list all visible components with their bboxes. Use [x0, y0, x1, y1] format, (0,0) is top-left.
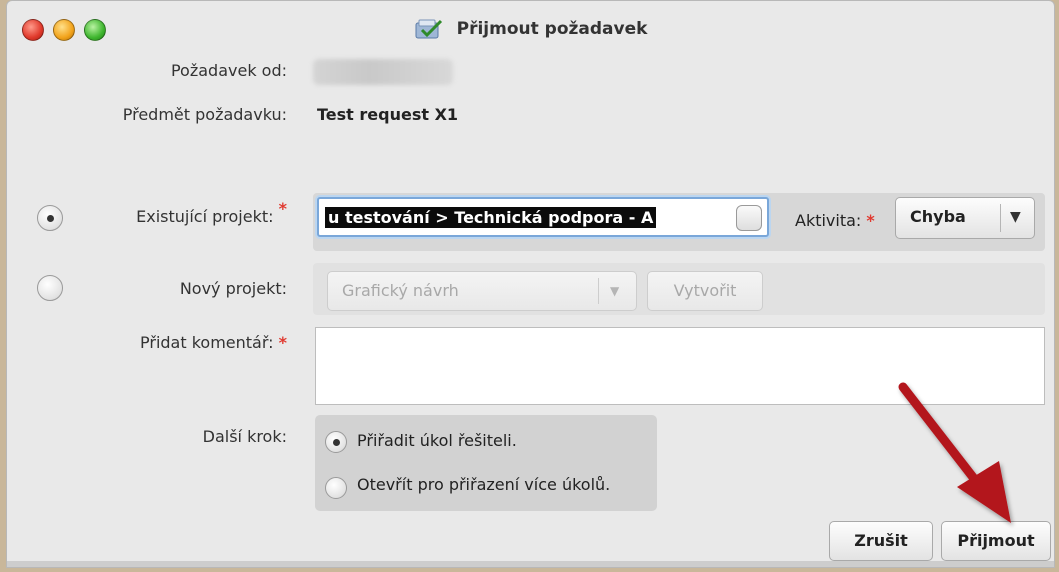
new-project-value: Grafický návrh: [342, 281, 459, 300]
new-project-select[interactable]: Grafický návrh ▼: [327, 271, 637, 311]
next-step-option-assign-radio[interactable]: [325, 431, 347, 453]
next-step-label: Další krok:: [202, 427, 287, 446]
accept-request-icon: [415, 19, 442, 39]
existing-project-label-text: Existující projekt:: [136, 207, 274, 226]
next-step-option-assign-label[interactable]: Přiřadit úkol řešiteli.: [357, 431, 517, 450]
window-bottom-edge: [7, 561, 1054, 567]
existing-project-combo[interactable]: u testování > Technická podpora - A: [317, 197, 769, 237]
request-from-value: [313, 59, 453, 85]
comment-label: Přidat komentář: *: [57, 333, 287, 352]
request-subject-label: Předmět požadavku:: [122, 105, 287, 124]
activity-select[interactable]: Chyba ▼: [895, 197, 1035, 239]
comment-label-text: Přidat komentář:: [140, 333, 274, 352]
new-project-label: Nový projekt:: [179, 279, 287, 298]
required-mark: *: [866, 211, 875, 230]
chevron-down-icon: ▼: [1010, 209, 1021, 225]
next-step-option-open-label[interactable]: Otevřít pro přiřazení více úkolů.: [357, 475, 610, 494]
chevron-down-icon: ▼: [610, 284, 620, 298]
next-step-panel: Přiřadit úkol řešiteli. Otevřít pro přiř…: [315, 415, 657, 511]
activity-value: Chyba: [910, 207, 966, 226]
existing-project-label: Existující projekt: *: [57, 199, 287, 226]
create-project-button[interactable]: Vytvořit: [647, 271, 763, 311]
title-bar: Přijmout požadavek: [7, 1, 1054, 45]
required-mark: *: [278, 199, 287, 218]
request-subject-value: Test request X1: [317, 105, 459, 124]
existing-project-combo-button[interactable]: [736, 205, 762, 231]
window-title: Přijmout požadavek: [456, 19, 648, 39]
activity-label-text: Aktivita:: [795, 211, 862, 230]
window-title-group: Přijmout požadavek: [7, 17, 1054, 41]
existing-project-value: u testování > Technická podpora - A: [325, 207, 657, 228]
new-project-select-divider: [598, 278, 599, 304]
next-step-option-open-radio[interactable]: [325, 477, 347, 499]
activity-label: Aktivita: *: [795, 211, 875, 230]
activity-select-divider: [1000, 204, 1001, 232]
required-mark: *: [278, 333, 287, 352]
accept-request-dialog: Přijmout požadavek Požadavek od: Předmět…: [6, 0, 1055, 568]
request-from-label: Požadavek od:: [170, 61, 287, 80]
red-arrow-icon: [898, 382, 1011, 523]
